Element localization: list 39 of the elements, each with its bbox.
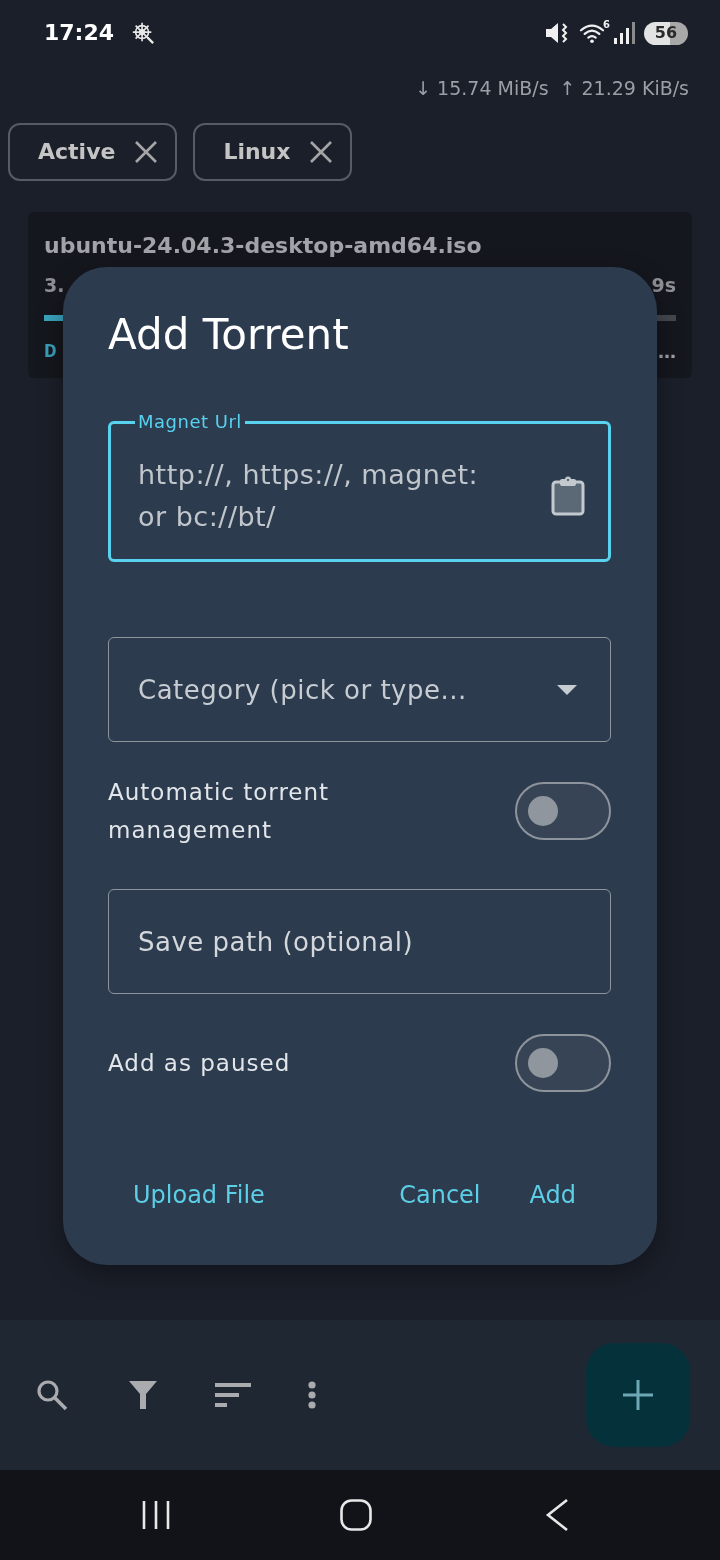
download-speed: ↓ 15.74 MiB/s	[415, 76, 549, 100]
toggle-switch[interactable]	[515, 782, 611, 840]
torrent-eta-text: 9s	[651, 273, 676, 298]
url-input[interactable]: http://, https://, magnet: or bc://bt/	[138, 454, 510, 538]
plus-icon	[623, 1380, 653, 1410]
recent-apps-icon[interactable]	[142, 1500, 170, 1530]
switch-label: Add as paused	[108, 1049, 292, 1078]
field-label: Magnet Url	[137, 410, 243, 434]
upload-speed: ↑ 21.29 KiB/s	[559, 76, 689, 100]
add-fab[interactable]	[586, 1343, 690, 1447]
save-path-field[interactable]: Save path (optional)	[108, 889, 611, 994]
signal-icon	[614, 22, 636, 44]
close-icon[interactable]	[310, 141, 333, 163]
more-options-icon[interactable]	[308, 1381, 316, 1409]
clock-time: 17:24	[44, 19, 115, 47]
dialog-action-button[interactable]: Add	[505, 1167, 600, 1223]
filter-chip[interactable]: Active	[8, 123, 178, 181]
home-icon[interactable]	[340, 1499, 372, 1531]
filter-chip[interactable]: Linux	[193, 123, 353, 181]
toggle-switch[interactable]	[515, 1034, 611, 1092]
dialog-action-button[interactable]: Upload File	[109, 1167, 289, 1223]
torrent-state-text: D	[44, 339, 57, 365]
search-icon[interactable]	[36, 1379, 68, 1411]
clipboard-icon[interactable]	[551, 476, 585, 516]
wifi-badge-text: 6	[603, 19, 610, 31]
torrent-detail-text: …	[658, 340, 676, 364]
category-dropdown[interactable]: Category (pick or type...	[108, 637, 611, 742]
torrent-size-text: 3.	[44, 273, 65, 298]
ship-wheel-icon	[131, 21, 156, 45]
caret-icon	[557, 685, 577, 695]
torrent-name: ubuntu-24.04.3-desktop-amd64.iso	[44, 232, 483, 260]
dialog-action-button[interactable]: Cancel	[375, 1167, 505, 1223]
back-icon[interactable]	[545, 1499, 569, 1531]
sort-icon[interactable]	[215, 1383, 251, 1407]
battery-indicator: 56	[644, 21, 688, 45]
dialog-title: Add Torrent	[108, 309, 350, 361]
close-icon[interactable]	[135, 141, 158, 163]
switch-label: Automatic torrent management	[108, 778, 331, 845]
filter-icon[interactable]	[128, 1380, 158, 1410]
